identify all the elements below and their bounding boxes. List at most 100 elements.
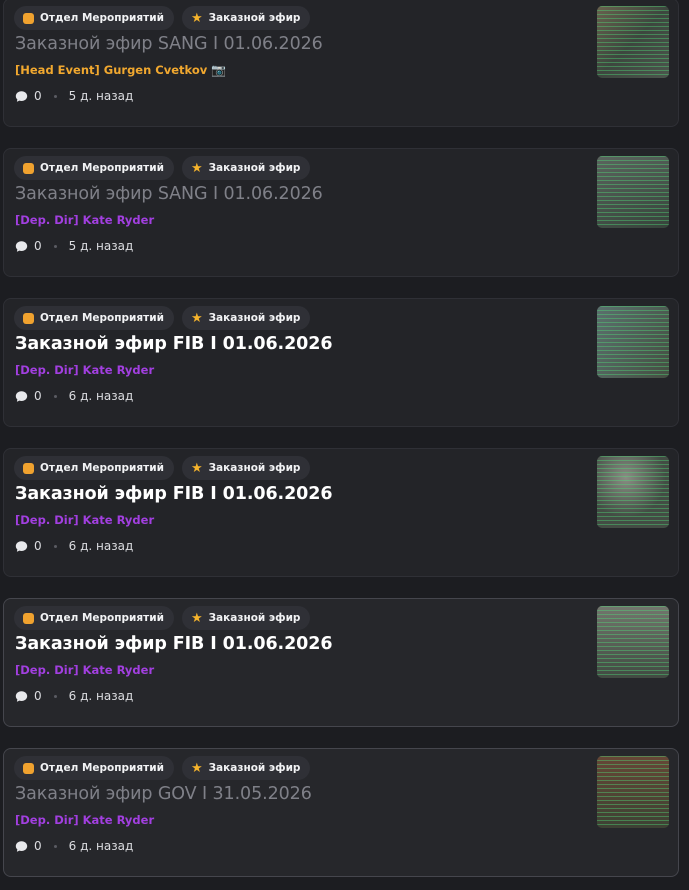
post-author-name: [Dep. Dir] Kate Ryder — [15, 213, 155, 227]
post-title[interactable]: Заказной эфир FIB I 01.06.2026 — [15, 634, 333, 654]
post-time: 6 д. назад — [68, 839, 134, 853]
post-author[interactable]: [Dep. Dir] Kate Ryder — [15, 213, 154, 227]
post-card[interactable]: Отдел Мероприятий ★ Заказной эфир Заказн… — [3, 448, 679, 577]
department-square-icon — [23, 12, 34, 24]
tag-department[interactable]: Отдел Мероприятий — [14, 6, 174, 30]
meta-separator — [53, 244, 57, 248]
comment-count: 0 — [34, 89, 42, 103]
department-square-icon — [23, 762, 34, 774]
star-icon: ★ — [190, 160, 203, 176]
post-title[interactable]: Заказной эфир SANG I 01.06.2026 — [15, 34, 323, 54]
screenshot-thumbnail[interactable] — [597, 756, 669, 828]
tag-type[interactable]: ★ Заказной эфир — [181, 156, 311, 180]
screenshot-thumbnail[interactable] — [597, 606, 669, 678]
comment-count: 0 — [34, 239, 42, 253]
post-time: 6 д. назад — [68, 539, 134, 553]
meta-separator — [53, 94, 57, 98]
post-tags: Отдел Мероприятий ★ Заказной эфир — [14, 306, 311, 330]
post-meta: 0 6 д. назад — [15, 689, 133, 703]
post-time: 6 д. назад — [68, 389, 134, 403]
thumbnail-overlay — [597, 156, 669, 228]
post-author[interactable]: [Dep. Dir] Kate Ryder — [15, 663, 154, 677]
thumbnail-overlay — [597, 306, 669, 378]
post-card[interactable]: Отдел Мероприятий ★ Заказной эфир Заказн… — [3, 0, 679, 127]
department-square-icon — [23, 162, 34, 174]
post-meta: 0 5 д. назад — [15, 239, 133, 253]
post-time: 6 д. назад — [68, 689, 134, 703]
post-meta: 0 6 д. назад — [15, 539, 133, 553]
comment-count: 0 — [34, 389, 42, 403]
post-title[interactable]: Заказной эфир FIB I 01.06.2026 — [15, 334, 333, 354]
thumbnail-overlay — [597, 756, 669, 828]
forum-post-list: Отдел Мероприятий ★ Заказной эфир Заказн… — [0, 0, 689, 890]
camera-emoji: 📷 — [211, 63, 227, 77]
meta-separator — [53, 844, 57, 848]
post-tags: Отдел Мероприятий ★ Заказной эфир — [14, 756, 311, 780]
comment-bubble-icon — [15, 690, 28, 702]
tag-type-label: Заказной эфир — [208, 612, 301, 624]
post-card[interactable]: Отдел Мероприятий ★ Заказной эфир Заказн… — [3, 748, 679, 877]
star-icon: ★ — [190, 460, 203, 476]
post-meta: 0 5 д. назад — [15, 89, 133, 103]
post-title[interactable]: Заказной эфир FIB I 01.06.2026 — [15, 484, 333, 504]
post-meta: 0 6 д. назад — [15, 839, 133, 853]
post-title[interactable]: Заказной эфир SANG I 01.06.2026 — [15, 184, 323, 204]
tag-department-label: Отдел Мероприятий — [40, 12, 164, 24]
post-author-name: [Dep. Dir] Kate Ryder — [15, 363, 155, 377]
comment-bubble-icon — [15, 240, 28, 252]
tag-type[interactable]: ★ Заказной эфир — [181, 606, 311, 630]
screenshot-thumbnail[interactable] — [597, 456, 669, 528]
comment-count: 0 — [34, 539, 42, 553]
meta-separator — [53, 394, 57, 398]
post-author[interactable]: [Dep. Dir] Kate Ryder — [15, 363, 154, 377]
tag-department-label: Отдел Мероприятий — [40, 312, 164, 324]
screenshot-thumbnail[interactable] — [597, 156, 669, 228]
post-author[interactable]: [Dep. Dir] Kate Ryder — [15, 513, 154, 527]
tag-type[interactable]: ★ Заказной эфир — [181, 456, 311, 480]
tag-department[interactable]: Отдел Мероприятий — [14, 606, 174, 630]
tag-type-label: Заказной эфир — [208, 162, 301, 174]
department-square-icon — [23, 612, 34, 624]
department-square-icon — [23, 312, 34, 324]
post-tags: Отдел Мероприятий ★ Заказной эфир — [14, 606, 311, 630]
post-author-name: [Head Event] Gurgen Cvetkov — [15, 63, 208, 77]
post-card[interactable]: Отдел Мероприятий ★ Заказной эфир Заказн… — [3, 598, 679, 727]
post-author-name: [Dep. Dir] Kate Ryder — [15, 663, 155, 677]
tag-type[interactable]: ★ Заказной эфир — [181, 306, 311, 330]
comment-count: 0 — [34, 839, 42, 853]
post-tags: Отдел Мероприятий ★ Заказной эфир — [14, 6, 311, 30]
tag-department[interactable]: Отдел Мероприятий — [14, 306, 174, 330]
tag-type[interactable]: ★ Заказной эфир — [181, 6, 311, 30]
tag-type-label: Заказной эфир — [208, 312, 301, 324]
star-icon: ★ — [190, 760, 203, 776]
tag-department[interactable]: Отдел Мероприятий — [14, 456, 174, 480]
post-card[interactable]: Отдел Мероприятий ★ Заказной эфир Заказн… — [3, 148, 679, 277]
post-tags: Отдел Мероприятий ★ Заказной эфир — [14, 156, 311, 180]
tag-type-label: Заказной эфир — [208, 462, 301, 474]
post-author-name: [Dep. Dir] Kate Ryder — [15, 513, 155, 527]
tag-department[interactable]: Отдел Мероприятий — [14, 756, 174, 780]
post-author[interactable]: [Head Event] Gurgen Cvetkov 📷 — [15, 63, 226, 77]
tag-department[interactable]: Отдел Мероприятий — [14, 156, 174, 180]
tag-type-label: Заказной эфир — [208, 762, 301, 774]
comment-bubble-icon — [15, 90, 28, 102]
tag-type[interactable]: ★ Заказной эфир — [181, 756, 311, 780]
tag-department-label: Отдел Мероприятий — [40, 462, 164, 474]
post-card[interactable]: Отдел Мероприятий ★ Заказной эфир Заказн… — [3, 298, 679, 427]
screenshot-thumbnail[interactable] — [597, 306, 669, 378]
thumbnail-overlay — [597, 6, 669, 78]
post-title[interactable]: Заказной эфир GOV I 31.05.2026 — [15, 784, 312, 804]
post-meta: 0 6 д. назад — [15, 389, 133, 403]
comment-bubble-icon — [15, 540, 28, 552]
post-time: 5 д. назад — [68, 89, 134, 103]
screenshot-thumbnail[interactable] — [597, 6, 669, 78]
meta-separator — [53, 694, 57, 698]
comment-count: 0 — [34, 689, 42, 703]
comment-bubble-icon — [15, 390, 28, 402]
post-tags: Отдел Мероприятий ★ Заказной эфир — [14, 456, 311, 480]
thumbnail-overlay — [597, 456, 669, 528]
post-author[interactable]: [Dep. Dir] Kate Ryder — [15, 813, 154, 827]
star-icon: ★ — [190, 610, 203, 626]
star-icon: ★ — [190, 10, 203, 26]
post-author-name: [Dep. Dir] Kate Ryder — [15, 813, 155, 827]
